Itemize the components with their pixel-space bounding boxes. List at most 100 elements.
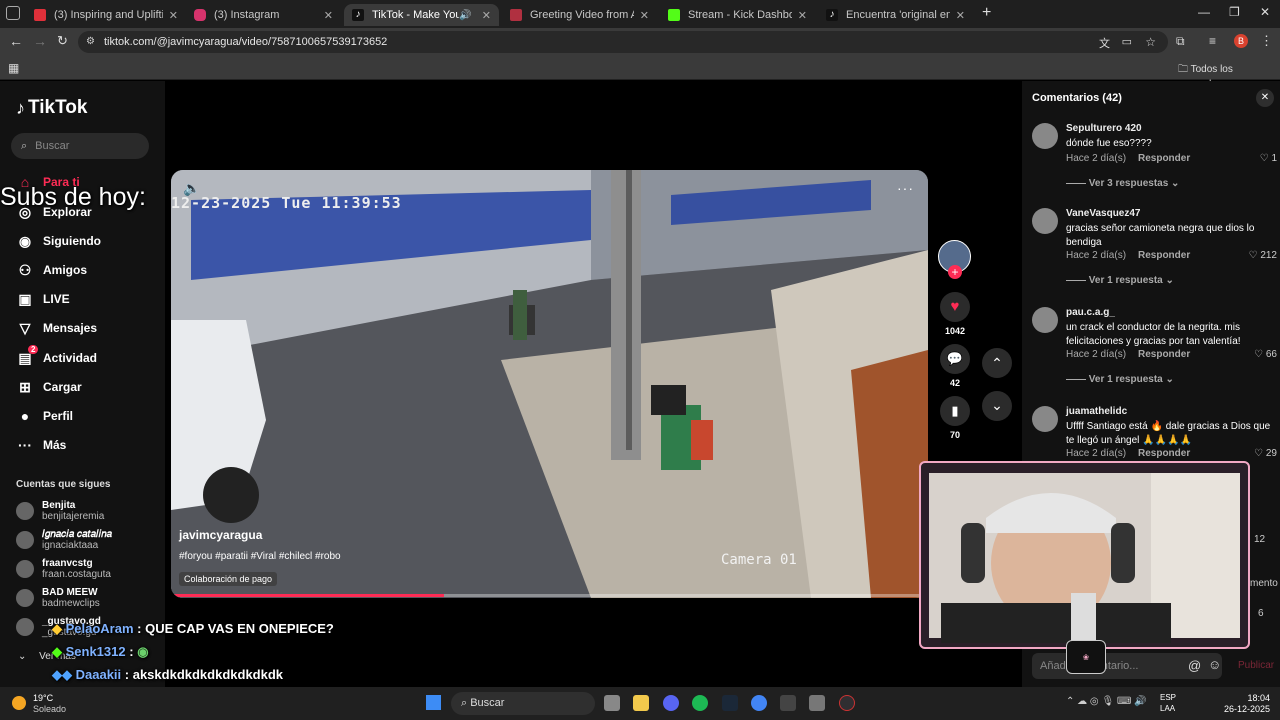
minimize-icon[interactable]: — [1198, 5, 1210, 19]
cast-icon[interactable]: ▭ [1122, 35, 1132, 48]
extensions-icon[interactable]: ⧉ [1176, 34, 1185, 49]
followed-account[interactable]: Benjita benjitajeremia [16, 500, 104, 522]
weather-icon[interactable] [12, 696, 26, 710]
tab-instagram[interactable]: (3) Instagram ✕ [186, 4, 341, 26]
app-icon[interactable] [809, 695, 825, 711]
nav-item[interactable]: ● Perfil [16, 407, 73, 425]
close-tab-icon[interactable]: ✕ [169, 9, 178, 22]
nav-item[interactable]: ◉ Siguiendo [16, 232, 101, 250]
comment-username[interactable]: juamathelidc [1066, 406, 1127, 417]
close-tab-icon[interactable]: ✕ [956, 9, 965, 22]
more-options-icon[interactable]: ··· [897, 180, 914, 196]
media-icon[interactable]: ≡ [1209, 34, 1216, 48]
close-window-icon[interactable]: ✕ [1260, 5, 1270, 19]
avatar[interactable] [1032, 208, 1058, 234]
reload-icon[interactable]: ↻ [57, 33, 68, 49]
spotify-icon[interactable] [692, 695, 708, 711]
close-comments-button[interactable]: ✕ [1256, 89, 1274, 107]
avatar[interactable] [1032, 406, 1058, 432]
next-video-button[interactable]: ⌄ [982, 391, 1012, 421]
windows-start-icon[interactable] [426, 695, 441, 710]
clock-time[interactable]: 18:04 [1222, 693, 1270, 703]
comment-username[interactable]: pau.c.a.g_ [1066, 307, 1115, 318]
avatar[interactable] [1032, 307, 1058, 333]
tiktok-logo[interactable]: ♪ TikTok [16, 97, 87, 119]
address-bar[interactable]: ⚙ tiktok.com/@javimcyaragua/video/758710… [78, 31, 1168, 53]
reply-button[interactable]: Responder [1138, 448, 1190, 459]
nav-item[interactable]: ▽ Mensajes [16, 319, 97, 337]
volume-icon[interactable]: 🔈 [183, 180, 200, 197]
tab-tiktok-search[interactable]: ♪ Encuentra 'original en que asp ✕ [818, 4, 973, 26]
view-replies-button[interactable]: —— Ver 1 respuesta ⌄ [1066, 275, 1174, 286]
friends-icon: ⚇ [18, 261, 32, 278]
tab-greeting[interactable]: Greeting Video from Africa – dai ✕ [502, 4, 657, 26]
app-icon[interactable] [780, 695, 796, 711]
site-info-icon[interactable]: ⚙ [86, 36, 95, 47]
follow-plus-icon[interactable]: + [948, 265, 962, 279]
like-button[interactable]: ♥ [940, 292, 970, 322]
mention-icon[interactable]: @ [1188, 658, 1201, 673]
comment-button[interactable]: 💬 [940, 344, 970, 374]
video-progress-track[interactable] [171, 594, 928, 597]
close-tab-icon[interactable]: ✕ [482, 9, 491, 22]
nav-item[interactable]: ··· Más [16, 436, 66, 454]
comment-username[interactable]: VaneVasquez47 [1066, 208, 1141, 219]
task-view-icon[interactable] [604, 695, 620, 711]
profile-avatar[interactable]: B [1234, 34, 1248, 48]
video-player[interactable]: 12-23-2025 Tue 11:39:53 Camera 01 🔈 ··· … [171, 170, 928, 598]
tab-kick[interactable]: Stream - Kick Dashboard ✕ [660, 4, 815, 26]
comment-like-button[interactable]: ♡ 29 [1254, 448, 1277, 459]
taskbar-search[interactable]: ⌕ Buscar [451, 692, 595, 715]
nav-item[interactable]: ⚇ Amigos [16, 261, 87, 279]
close-tab-icon[interactable]: ✕ [798, 9, 807, 22]
followed-account[interactable]: fraanvcstg fraan.costaguta [16, 558, 111, 580]
comment-like-button[interactable]: ♡ 212 [1249, 250, 1277, 261]
comment-item: Sepulturero 420 dónde fue eso???? Hace 2 d… [1032, 123, 1277, 213]
obs-icon[interactable] [839, 695, 855, 711]
chrome-icon[interactable] [751, 695, 767, 711]
new-tab-button[interactable]: + [982, 4, 991, 22]
restore-icon[interactable]: ❐ [1229, 5, 1240, 19]
video-hashtags[interactable]: #foryou #paratii #Viral #chilecl #robo [179, 551, 341, 562]
view-replies-button[interactable]: —— Ver 1 respuesta ⌄ [1066, 374, 1174, 385]
audio-icon[interactable]: 🔊 [459, 10, 471, 21]
apps-icon[interactable]: ▦ [8, 61, 19, 75]
video-author[interactable]: javimcyaragua [179, 528, 262, 542]
emoji-icon[interactable]: ☺ [1208, 657, 1221, 672]
language-indicator[interactable]: ESP [1160, 693, 1176, 702]
kick-icon [668, 9, 680, 21]
comment-like-button[interactable]: ♡ 66 [1254, 349, 1277, 360]
comment-username[interactable]: Sepulturero 420 [1066, 123, 1142, 134]
publish-button[interactable]: Publicar [1238, 660, 1274, 671]
followed-account[interactable]: BAD MEEW badmewclips [16, 587, 100, 609]
activity-badge: 2 [28, 345, 39, 354]
reply-button[interactable]: Responder [1138, 250, 1190, 261]
tab-tiktok[interactable]: ♪ TikTok - Make Your Day 🔊 ✕ [344, 4, 499, 26]
close-tab-icon[interactable]: ✕ [640, 9, 649, 22]
youtube-icon [34, 9, 46, 21]
tab-youtube[interactable]: (3) Inspiring and Uplifting Backg ✕ [26, 4, 186, 26]
bookmark-button[interactable]: ▮ [940, 396, 970, 426]
previous-video-button[interactable]: ⌃ [982, 348, 1012, 378]
nav-item[interactable]: ⊞ Cargar [16, 378, 82, 396]
reply-button[interactable]: Responder [1138, 153, 1190, 164]
nav-item[interactable]: ▣ LIVE [16, 290, 69, 308]
back-icon[interactable]: ← [9, 33, 23, 49]
translate-icon[interactable]: 文 [1099, 35, 1110, 51]
reply-button[interactable]: Responder [1138, 349, 1190, 360]
forward-icon[interactable]: → [33, 33, 47, 49]
close-tab-icon[interactable]: ✕ [324, 9, 333, 22]
menu-icon[interactable]: ⋮ [1260, 33, 1273, 49]
comment-like-button[interactable]: ♡ 1 [1260, 153, 1277, 164]
view-replies-button[interactable]: —— Ver 3 respuestas ⌄ [1066, 178, 1179, 189]
tab-search-icon[interactable] [6, 6, 20, 20]
steam-icon[interactable] [722, 695, 738, 711]
nav-item[interactable]: ▤ Actividad 2 [16, 345, 97, 367]
discord-icon[interactable] [663, 695, 679, 711]
avatar[interactable] [1032, 123, 1058, 149]
search-input[interactable]: ⌕ Buscar [11, 133, 149, 159]
tray-icons[interactable]: ⌃ ☁ ◎ 🎙 ⌨ 🔊 [1066, 696, 1147, 707]
followed-account[interactable]: 𝐼𝑔𝑛𝑎𝑐𝑖𝑎 𝑐𝑎𝑡𝑎𝑙𝑖𝑛𝑎 ignaciaktaaa [16, 529, 112, 551]
file-explorer-icon[interactable] [633, 695, 649, 711]
bookmark-star-icon[interactable]: ☆ [1145, 35, 1156, 49]
